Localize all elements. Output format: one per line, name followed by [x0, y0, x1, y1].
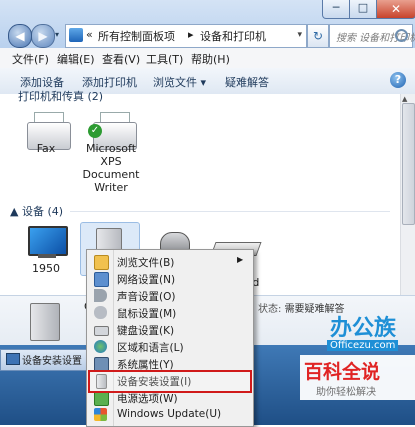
- mouse-icon: [94, 306, 107, 319]
- context-item-label: 键盘设置(K): [117, 325, 175, 337]
- keyboard-icon: [94, 326, 109, 336]
- forward-button[interactable]: ▶: [31, 24, 55, 48]
- default-printer-check-icon: ✓: [88, 124, 102, 138]
- taskbar-item-label: 设备安装设置: [22, 356, 82, 367]
- search-input[interactable]: 搜索 设备和打印机: [329, 24, 415, 48]
- monitor-icon[interactable]: [28, 226, 68, 256]
- address-dropdown-icon[interactable]: ▾: [297, 30, 302, 40]
- menu-file[interactable]: 文件(F): [12, 51, 49, 67]
- windows-update-icon: [94, 408, 107, 421]
- maximize-button[interactable]: □: [349, 0, 377, 19]
- browse-files-button[interactable]: 浏览文件 ▾: [153, 74, 206, 90]
- context-item-label: 声音设置(O): [117, 291, 176, 303]
- minimize-button[interactable]: ─: [322, 0, 350, 19]
- office-watermark-logo: 办公族: [330, 316, 397, 341]
- highlight-box: [88, 370, 252, 393]
- refresh-button[interactable]: ↻: [307, 24, 329, 48]
- device-label-fax: Fax: [36, 142, 56, 155]
- monitor-stand: [38, 254, 56, 258]
- search-icon[interactable]: [395, 29, 408, 42]
- context-item-label: 电源选项(W): [117, 393, 178, 405]
- details-device-icon: [30, 303, 60, 341]
- context-menu: 浏览文件(B) ▶ 网络设置(N) 声音设置(O) 鼠标设置(M) 键盘设置(K…: [86, 249, 254, 427]
- network-icon: [94, 272, 109, 287]
- menu-view[interactable]: 查看(V): [102, 51, 140, 67]
- help-icon[interactable]: ?: [390, 72, 406, 88]
- address-chevrons[interactable]: «: [86, 28, 93, 41]
- scroll-up-icon[interactable]: ▲: [402, 95, 407, 103]
- menu-edit[interactable]: 编辑(E): [57, 51, 95, 67]
- device-xps-writer[interactable]: ✓: [88, 112, 138, 150]
- device-install-icon: [6, 353, 20, 365]
- menu-bar: 文件(F) 编辑(E) 查看(V) 工具(T) 帮助(H): [0, 48, 415, 69]
- control-panel-icon: [69, 28, 83, 42]
- device-label-xps-writer: Microsoft XPS Document Writer: [82, 142, 140, 194]
- address-bar[interactable]: « 所有控制面板项 ▸ 设备和打印机 ▾: [65, 24, 307, 48]
- status-label: 状态:: [258, 304, 282, 315]
- context-item-label: 网络设置(N): [117, 274, 176, 286]
- printers-group-header[interactable]: 打印机和传真 (2): [18, 88, 103, 104]
- baike-watermark-title: 百科全说: [304, 361, 381, 383]
- devices-group-header[interactable]: ▲ 设备 (4): [10, 203, 63, 219]
- submenu-arrow-icon: ▶: [237, 255, 244, 264]
- close-button[interactable]: ✕: [376, 0, 415, 19]
- context-item-windows-update[interactable]: Windows Update(U): [87, 405, 253, 424]
- breadcrumb-separator-icon[interactable]: ▸: [188, 28, 194, 41]
- breadcrumb-devices-and-printers[interactable]: 设备和打印机: [200, 28, 266, 44]
- back-button[interactable]: ◀: [8, 24, 32, 48]
- breadcrumb-all-control-panel-items[interactable]: 所有控制面板项: [98, 28, 175, 44]
- power-icon: [94, 391, 109, 406]
- group-divider: [70, 211, 390, 212]
- office-watermark-url: Officezu.com: [327, 340, 399, 351]
- baike-watermark-subtitle: 助你轻松解决: [316, 387, 376, 398]
- context-item-label: 鼠标设置(M): [117, 308, 177, 320]
- globe-icon: [94, 340, 107, 353]
- context-item-label: 区域和语言(L): [117, 342, 184, 354]
- context-item-label: 浏览文件(B): [117, 257, 175, 269]
- speaker-icon: [94, 289, 107, 302]
- menu-help[interactable]: 帮助(H): [191, 51, 230, 67]
- recent-pages-dropdown-icon[interactable]: ▾: [55, 30, 63, 40]
- folder-icon: [94, 255, 109, 270]
- menu-tools[interactable]: 工具(T): [146, 51, 183, 67]
- device-label-monitor: 1950: [32, 262, 60, 275]
- context-item-label: Windows Update(U): [117, 408, 222, 420]
- scrollbar-thumb[interactable]: [402, 103, 415, 225]
- troubleshoot-button[interactable]: 疑难解答: [225, 74, 269, 90]
